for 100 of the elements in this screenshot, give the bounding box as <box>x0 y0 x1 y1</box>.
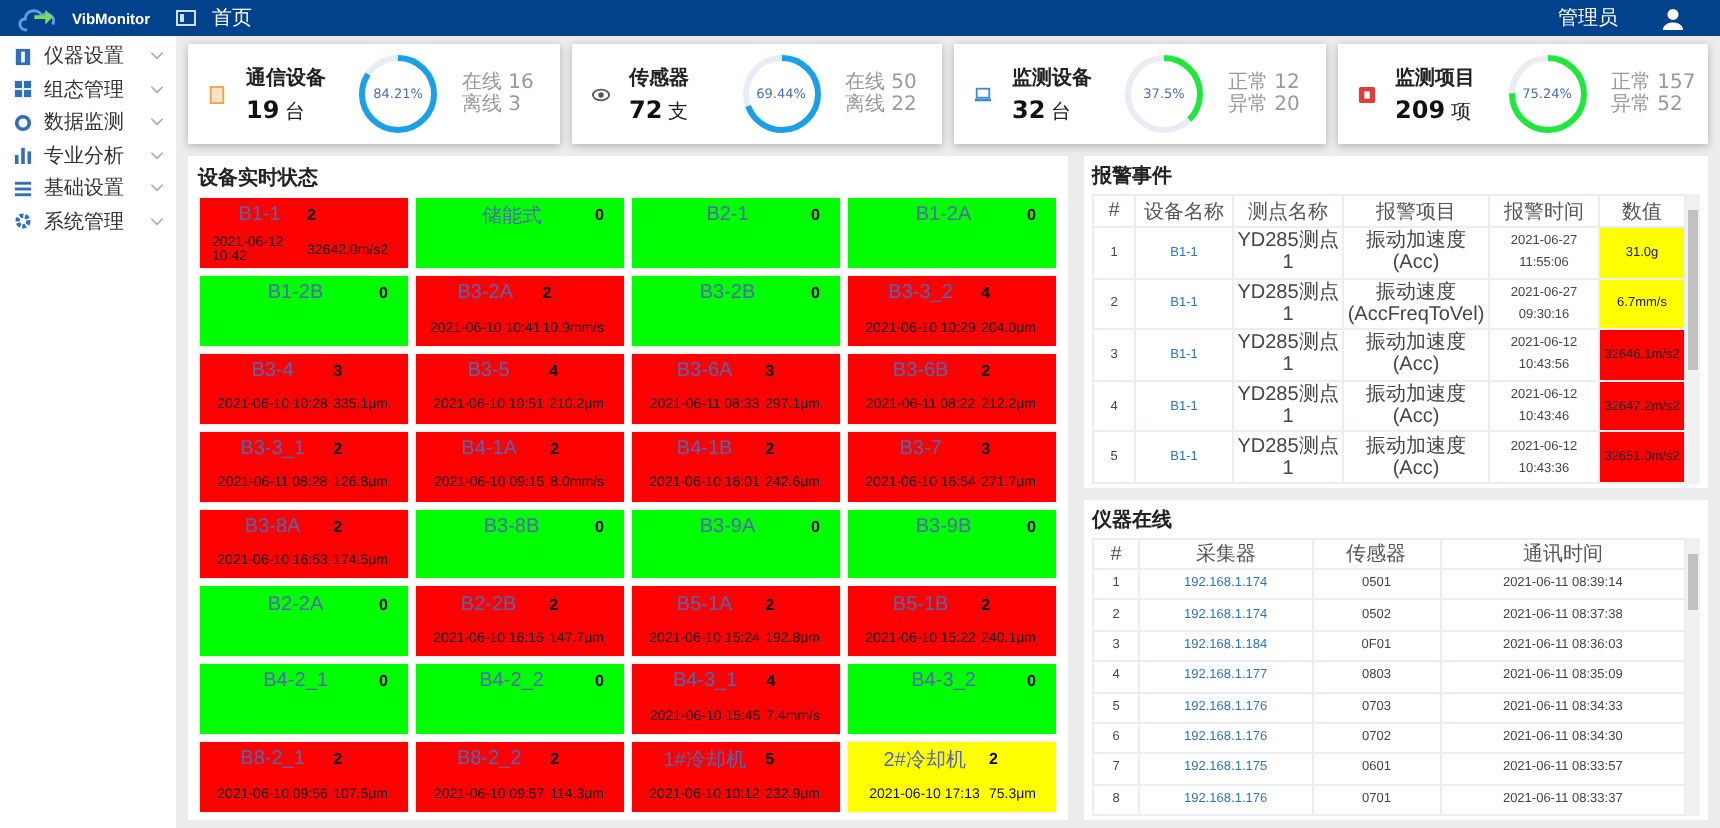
device-name[interactable]: B2-1 <box>706 204 749 227</box>
card-value: 32 <box>1012 95 1046 123</box>
table-cell: YD285测点1 <box>1233 329 1343 381</box>
alarm-count: 2 <box>333 517 345 536</box>
column-header: 采集器 <box>1139 539 1313 569</box>
device-tile[interactable]: B2-1 0 <box>630 196 842 270</box>
alarm-count: 2 <box>307 206 318 225</box>
device-tile[interactable]: B3-9B 0 <box>846 507 1058 581</box>
alarm-count: 3 <box>981 439 993 458</box>
card-title: 监测设备 <box>1012 65 1094 91</box>
device-name[interactable]: B4-2_2 <box>479 670 544 693</box>
column-header: 设备名称 <box>1135 195 1233 227</box>
card-value: 19 <box>246 95 280 123</box>
panel-title: 报警事件 <box>1092 163 1172 192</box>
table-cell: YD285测点1 <box>1233 431 1343 483</box>
alarm-count: 0 <box>379 672 388 691</box>
stat-text: 离线 3 <box>462 94 524 116</box>
user-name[interactable]: 管理员 <box>1558 4 1618 32</box>
alarm-count: 2 <box>550 750 562 769</box>
device-name[interactable]: B1-2A <box>915 204 972 227</box>
device-name[interactable]: 储能式 <box>481 201 542 230</box>
column-header: # <box>1093 539 1139 569</box>
device-tile[interactable]: B1-2B 0 <box>198 273 410 348</box>
alarm-count: 5 <box>765 750 777 769</box>
alarm-count: 2 <box>333 439 345 458</box>
device-tile[interactable]: B4-3_2 0 <box>846 662 1058 737</box>
cloud-logo-icon <box>16 3 60 33</box>
card-unit: 台 <box>285 99 306 125</box>
alarm-count: 2 <box>981 595 993 614</box>
sidebar-item[interactable]: 组态管理 <box>0 73 176 106</box>
table-cell: 振动加速度(Acc) <box>1343 380 1489 432</box>
table-cell: 振动速度(AccFreqToVel) <box>1343 278 1489 330</box>
device-tile[interactable]: B4-2_2 0 <box>414 662 626 737</box>
alarm-count: 2 <box>333 750 345 769</box>
device-tile[interactable]: B3-8B 0 <box>414 507 626 581</box>
sidebar-item[interactable]: 基础设置 <box>0 172 176 205</box>
panel-title: 设备实时状态 <box>198 164 318 194</box>
chevron-down-icon <box>150 118 164 127</box>
sidebar-item[interactable]: 数据监测 <box>0 106 176 139</box>
stat-text: 正常 12 <box>1228 72 1300 94</box>
menu-toggle-icon[interactable] <box>176 10 196 26</box>
device-name[interactable]: B4-3_2 <box>911 670 976 693</box>
card-value: 209 <box>1395 95 1446 123</box>
device-name[interactable]: B4-2_1 <box>263 670 328 693</box>
device-tile[interactable]: B3-2B 0 <box>630 273 842 348</box>
alarm-count: 4 <box>981 284 993 303</box>
alarm-count: 0 <box>811 206 820 225</box>
column-header: 传感器 <box>1312 539 1441 569</box>
chevron-down-icon <box>150 217 164 226</box>
table-cell: YD285测点1 <box>1233 278 1343 330</box>
device-name[interactable]: B2-2A <box>267 593 324 616</box>
table-cell: YD285测点1 <box>1233 227 1343 279</box>
device-name[interactable]: B3-9A <box>699 515 756 538</box>
column-header: 通讯时间 <box>1440 539 1685 569</box>
card-title: 传感器 <box>629 65 691 91</box>
alarm-count: 2 <box>550 439 562 458</box>
sidebar-item[interactable]: 专业分析 <box>0 139 176 172</box>
card-unit: 台 <box>1051 99 1072 125</box>
device-tile[interactable]: B4-2_1 0 <box>198 662 410 737</box>
alarm-count: 0 <box>595 672 604 691</box>
scrollbar[interactable] <box>1686 538 1700 816</box>
grid-icon <box>14 80 32 99</box>
device-name[interactable]: B3-2B <box>699 282 756 305</box>
alarm-count: 0 <box>1027 672 1036 691</box>
laptop-icon <box>974 85 992 103</box>
alarm-count: 0 <box>595 517 604 536</box>
alarm-count: 0 <box>379 284 388 303</box>
alarm-count: 4 <box>766 672 778 691</box>
document-icon <box>208 85 226 103</box>
chevron-down-icon <box>150 184 164 193</box>
eye-icon <box>591 85 609 103</box>
device-name[interactable]: 2#冷却机 <box>883 745 966 774</box>
device-name[interactable]: B1-2B <box>267 282 324 305</box>
scrollbar[interactable] <box>1686 194 1700 484</box>
stat-text: 异常 20 <box>1228 94 1300 116</box>
card-unit: 项 <box>1451 99 1472 125</box>
device-name[interactable]: B3-8B <box>483 515 540 538</box>
card-value: 72 <box>629 95 663 123</box>
alarm-count: 0 <box>1027 206 1036 225</box>
user-icon[interactable] <box>1662 7 1684 29</box>
sidebar-item[interactable]: 仪器设置 <box>0 40 176 73</box>
table-cell: 振动加速度(Acc) <box>1343 329 1489 381</box>
alarm-count: 0 <box>811 284 820 303</box>
device-tile[interactable]: B2-2A 0 <box>198 584 410 659</box>
breadcrumb-link[interactable]: 首页 <box>212 4 252 32</box>
device-tile[interactable]: B1-2A 0 <box>846 196 1058 270</box>
device-name[interactable]: B3-9B <box>915 515 972 538</box>
device-tile[interactable]: B3-9A 0 <box>630 507 842 581</box>
alarm-count: 2 <box>765 595 777 614</box>
card-title: 监测项目 <box>1395 65 1477 91</box>
stat-text: 离线 22 <box>845 94 917 116</box>
alarm-count: 3 <box>333 361 345 380</box>
device-tile[interactable]: 储能式 0 <box>414 196 626 270</box>
panel-title: 仪器在线 <box>1092 507 1172 536</box>
progress-ring <box>737 50 825 138</box>
table-cell: 振动加速度(Acc) <box>1343 431 1489 483</box>
alarm-count: 3 <box>765 361 777 380</box>
alarm-count: 0 <box>595 206 604 225</box>
chevron-down-icon <box>150 85 164 94</box>
sidebar-item[interactable]: 系统管理 <box>0 205 176 238</box>
